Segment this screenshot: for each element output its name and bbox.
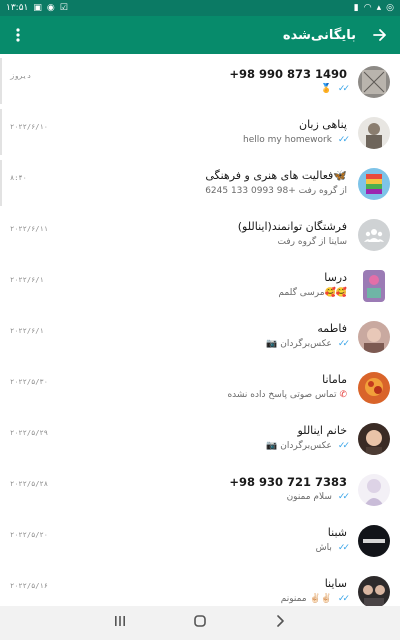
whatsapp-icon: ◎ bbox=[386, 2, 394, 13]
checkbox-icon: ☑ bbox=[59, 2, 68, 13]
recents-icon[interactable] bbox=[105, 615, 135, 631]
read-ticks-icon: ✓✓ bbox=[337, 339, 350, 349]
wifi-icon: ◠ bbox=[363, 2, 372, 13]
chat-name: خانم ایناللو bbox=[297, 424, 348, 437]
chat-preview: ممنونم ✌🏻✌🏻 ✓✓ bbox=[280, 594, 350, 604]
chat-time: ۲۰۲۲/۵/۱۶ bbox=[10, 582, 48, 590]
chat-name: +98 930 721 7383 bbox=[229, 475, 347, 489]
battery-icon: ▮ bbox=[353, 2, 359, 13]
arrow-right-icon[interactable] bbox=[370, 25, 390, 45]
chat-time: ۸:۴۰ bbox=[10, 174, 27, 182]
chat-name: فعالیت های هنری و فرهنگی🦋 bbox=[205, 169, 347, 182]
chat-name: درسا bbox=[324, 271, 347, 284]
chat-preview: 6245 133 0993 98+ از گروه رفت bbox=[205, 186, 347, 196]
chat-row[interactable]: ۸:۴۰ 6245 133 0993 98+ از گروه رفت فعالی… bbox=[0, 156, 400, 207]
chat-preview: سلام ممنون ✓✓ bbox=[286, 492, 350, 502]
chat-preview: 📷 عکس‌برگردان ✓✓ bbox=[266, 441, 350, 451]
avatar[interactable] bbox=[358, 474, 390, 506]
read-ticks-icon: ✓✓ bbox=[337, 594, 350, 604]
chat-row[interactable]: ۲۰۲۲/۵/۱۶ ممنونم ✌🏻✌🏻 ✓✓ ساینا bbox=[0, 564, 400, 606]
avatar[interactable] bbox=[358, 117, 390, 149]
chat-name: فاطمه bbox=[317, 322, 347, 335]
chat-preview-text: تماس صوتی پاسخ داده نشده bbox=[227, 390, 337, 400]
vpn-icon: ◉ bbox=[46, 2, 55, 13]
chat-name: پناهی زبان bbox=[298, 118, 347, 131]
missed-call-icon: ✆ bbox=[339, 390, 347, 400]
read-ticks-icon: ✓✓ bbox=[337, 84, 350, 94]
avatar[interactable] bbox=[358, 66, 390, 98]
app-bar: بایگانی‌شده bbox=[0, 16, 400, 54]
chat-name: فرشتگان توانمند(ایناللو) bbox=[237, 220, 347, 233]
avatar[interactable] bbox=[358, 168, 390, 200]
avatar[interactable] bbox=[358, 321, 390, 353]
avatar[interactable] bbox=[358, 576, 390, 606]
chat-preview-text: 📷 عکس‌برگردان bbox=[266, 441, 332, 451]
chat-row[interactable]: ۲۰۲۲/۵/۲۸ سلام ممنون ✓✓ +98 930 721 7383 bbox=[0, 462, 400, 513]
chat-row[interactable]: ۲۰۲۲/۵/۳۰ تماس صوتی پاسخ داده نشده ✆ مام… bbox=[0, 360, 400, 411]
avatar[interactable] bbox=[358, 525, 390, 557]
image-icon: ▣ bbox=[33, 2, 42, 13]
group-avatar-icon[interactable] bbox=[358, 219, 390, 251]
chat-time: ۲۰۲۲/۶/۱۱ bbox=[10, 225, 48, 233]
read-ticks-icon: ✓✓ bbox=[337, 135, 350, 145]
chat-preview: 📷 عکس‌برگردان ✓✓ bbox=[266, 339, 350, 349]
chat-preview: تماس صوتی پاسخ داده نشده ✆ bbox=[227, 390, 347, 400]
chat-preview: ساینا از گروه رفت bbox=[278, 237, 347, 247]
chat-preview-text: 📷 عکس‌برگردان bbox=[266, 339, 332, 349]
more-vertical-icon[interactable] bbox=[10, 25, 26, 45]
chat-time: ۲۰۲۲/۵/۳۰ bbox=[10, 378, 48, 386]
notification-icon: ▴ bbox=[376, 2, 382, 13]
chat-name: +98 990 873 1490 bbox=[229, 67, 347, 81]
chat-row[interactable]: ۲۰۲۲/۶/۱۱ ساینا از گروه رفت فرشتگان توان… bbox=[0, 207, 400, 258]
chat-row[interactable]: ۲۰۲۲/۵/۲۹ 📷 عکس‌برگردان ✓✓ خانم ایناللو bbox=[0, 411, 400, 462]
chat-time: ۲۰۲۲/۶/۱ bbox=[10, 327, 44, 335]
home-icon[interactable] bbox=[185, 614, 215, 632]
chat-row[interactable]: دیروز 🏅 ✓✓ +98 990 873 1490 bbox=[0, 54, 400, 105]
read-ticks-icon: ✓✓ bbox=[337, 492, 350, 502]
chat-preview: hello my homework ✓✓ bbox=[243, 135, 350, 145]
chat-name: شبنا bbox=[327, 526, 347, 539]
chat-row[interactable]: ۲۰۲۲/۶/۱ 📷 عکس‌برگردان ✓✓ فاطمه bbox=[0, 309, 400, 360]
chat-time: ۲۰۲۲/۵/۲۰ bbox=[10, 531, 48, 539]
avatar[interactable] bbox=[358, 372, 390, 404]
chat-time: ۲۰۲۲/۵/۲۸ bbox=[10, 480, 48, 488]
chat-preview-text: ساینا از گروه رفت bbox=[277, 237, 347, 247]
read-ticks-icon: ✓✓ bbox=[337, 441, 350, 451]
avatar[interactable] bbox=[358, 423, 390, 455]
chat-time: ۲۰۲۲/۶/۱ bbox=[10, 276, 44, 284]
chat-row[interactable]: ۲۰۲۲/۶/۱ مرسی گلمم🥰🥰 درسا bbox=[0, 258, 400, 309]
status-right: ▮ ◠ ▴ ◎ bbox=[353, 2, 394, 13]
back-icon[interactable] bbox=[265, 615, 295, 631]
chat-preview-text: مرسی گلمم🥰🥰 bbox=[278, 288, 347, 298]
chat-preview-text: hello my homework bbox=[243, 135, 332, 145]
chat-preview-text: 🏅 bbox=[320, 84, 332, 94]
system-nav-bar bbox=[0, 606, 400, 640]
read-ticks-icon: ✓✓ bbox=[337, 543, 350, 553]
chat-time: دیروز bbox=[10, 72, 32, 80]
chat-list: دیروز 🏅 ✓✓ +98 990 873 1490 ۲۰۲۲/۶/۱۰ he… bbox=[0, 54, 400, 606]
avatar[interactable] bbox=[363, 270, 385, 302]
chat-preview: 🏅 ✓✓ bbox=[320, 84, 350, 94]
clock-time: ۱۳:۵۱ bbox=[6, 2, 29, 13]
chat-preview-text: باش bbox=[315, 543, 332, 553]
chat-time: ۲۰۲۲/۵/۲۹ bbox=[10, 429, 48, 437]
chat-preview: باش ✓✓ bbox=[315, 543, 350, 553]
chat-name: مامانا bbox=[322, 373, 347, 386]
chat-row[interactable]: ۲۰۲۲/۶/۱۰ hello my homework ✓✓ پناهی زبا… bbox=[0, 105, 400, 156]
chat-preview-text: سلام ممنون bbox=[286, 492, 332, 502]
page-title: بایگانی‌شده bbox=[282, 27, 356, 43]
chat-name: ساینا bbox=[324, 577, 347, 590]
chat-preview: مرسی گلمم🥰🥰 bbox=[278, 288, 347, 298]
status-bar: ۱۳:۵۱ ▣ ◉ ☑ ▮ ◠ ▴ ◎ bbox=[0, 0, 400, 16]
chat-preview-text: 6245 133 0993 98+ از گروه رفت bbox=[205, 186, 347, 196]
chat-row[interactable]: ۲۰۲۲/۵/۲۰ باش ✓✓ شبنا bbox=[0, 513, 400, 564]
chat-preview-text: ممنونم ✌🏻✌🏻 bbox=[280, 594, 332, 604]
chat-time: ۲۰۲۲/۶/۱۰ bbox=[10, 123, 48, 131]
status-left: ۱۳:۵۱ ▣ ◉ ☑ bbox=[6, 2, 68, 13]
